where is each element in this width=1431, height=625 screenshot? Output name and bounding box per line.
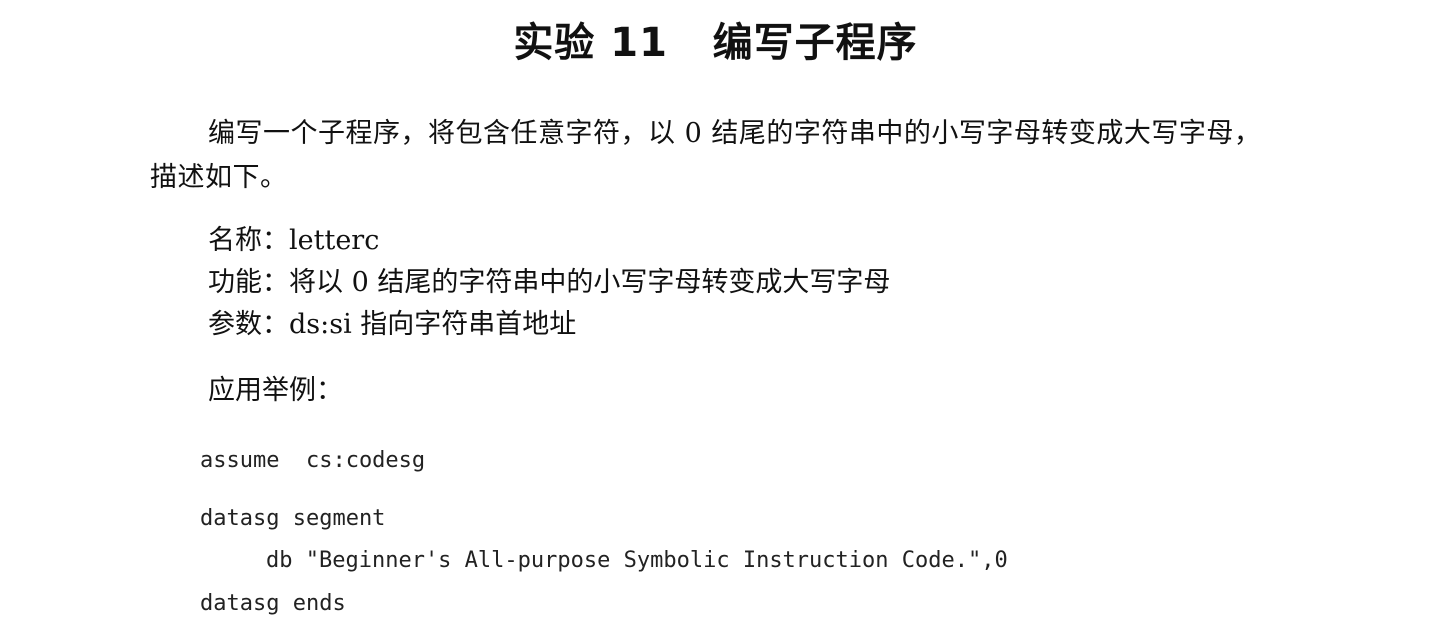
example-label: 应用举例：: [208, 375, 343, 406]
code-line: datasg ends: [200, 591, 346, 616]
code-line: datasg segment: [200, 506, 386, 531]
subroutine-params: 参数：ds:si 指向字符串首地址: [208, 309, 577, 340]
section-title: 实验 11 编写子程序: [513, 20, 918, 66]
subroutine-name: 名称：letterc: [208, 225, 380, 256]
subroutine-function: 功能：将以 0 结尾的字符串中的小写字母转变成大写字母: [208, 267, 891, 298]
code-line: assume cs:codesg: [200, 448, 426, 473]
document-page: 实验 11 编写子程序 编写一个子程序，将包含任意字符，以 0 结尾的字符串中的…: [0, 0, 1431, 625]
code-line: db "Beginner's All-purpose Symbolic Inst…: [266, 548, 1008, 573]
intro-paragraph: 编写一个子程序，将包含任意字符，以 0 结尾的字符串中的小写字母转变成大写字母，…: [150, 118, 1262, 193]
